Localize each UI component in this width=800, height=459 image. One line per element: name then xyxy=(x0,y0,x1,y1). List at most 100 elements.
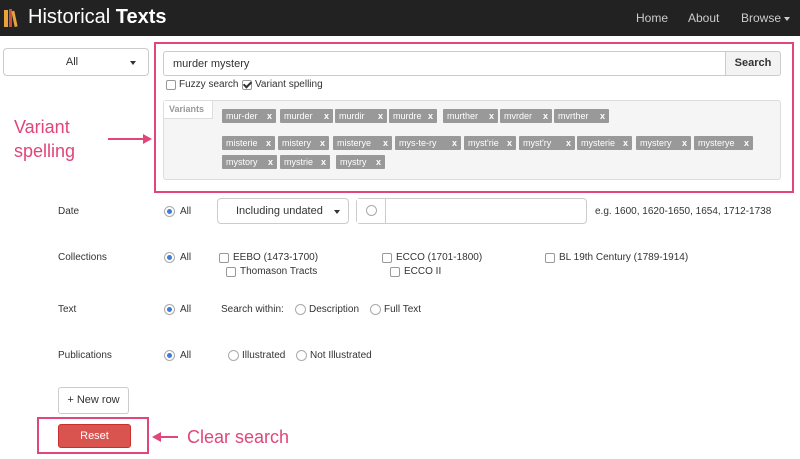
description-radio[interactable] xyxy=(295,304,306,315)
variant-chip-label: misterye xyxy=(337,138,372,148)
publications-all-label: All xyxy=(180,350,192,361)
variant-chip-label: murdre xyxy=(393,111,422,121)
eebo-checkbox[interactable] xyxy=(219,253,229,263)
remove-chip-icon[interactable]: x xyxy=(489,109,494,123)
chevron-down-icon xyxy=(334,210,340,214)
thomason-checkbox[interactable] xyxy=(226,267,236,277)
remove-chip-icon[interactable]: x xyxy=(266,136,271,150)
search-within-label: Search within: xyxy=(221,304,284,315)
scope-select[interactable]: All xyxy=(3,48,149,76)
not-illustrated-radio[interactable] xyxy=(296,350,307,361)
remove-chip-icon[interactable]: x xyxy=(267,109,272,123)
variant-spelling-label: Variant spelling xyxy=(255,79,323,90)
variant-chip-label: mystory xyxy=(226,157,258,167)
illustrated-radio[interactable] xyxy=(228,350,239,361)
remove-chip-icon[interactable]: x xyxy=(682,136,687,150)
variants-label: Variants xyxy=(164,101,213,119)
remove-chip-icon[interactable]: x xyxy=(383,136,388,150)
variant-chip: myst'rie x xyxy=(464,136,516,150)
fuzzy-search-label: Fuzzy search xyxy=(179,79,239,90)
variant-chip: mvrder x xyxy=(500,109,552,123)
remove-chip-icon[interactable]: x xyxy=(268,155,273,169)
variant-spelling-checkbox[interactable] xyxy=(242,80,252,90)
date-all-label: All xyxy=(180,206,192,217)
variant-chip-label: mvrder xyxy=(504,111,533,121)
ecco-label: ECCO (1701-1800) xyxy=(396,252,483,263)
remove-chip-icon[interactable]: x xyxy=(378,109,383,123)
remove-chip-icon[interactable]: x xyxy=(566,136,571,150)
new-row-button[interactable]: + New row xyxy=(58,387,129,414)
ecco2-checkbox[interactable] xyxy=(390,267,400,277)
variant-chip-label: mvrther xyxy=(558,111,589,121)
brand-title[interactable]: Historical Texts xyxy=(28,4,167,30)
publications-all-radio[interactable] xyxy=(164,350,175,361)
date-all-radio[interactable] xyxy=(164,206,175,217)
search-input[interactable]: murder mystery xyxy=(163,51,726,76)
nav-about-link[interactable]: About xyxy=(688,11,719,25)
variant-chip: mystery x xyxy=(636,136,691,150)
variant-chip: mystry x xyxy=(336,155,385,169)
variant-chip-label: murder xyxy=(284,111,313,121)
variant-chip-label: mystry xyxy=(340,157,367,167)
variant-chip: mur-der x xyxy=(222,109,276,123)
remove-chip-icon[interactable]: x xyxy=(321,155,326,169)
collections-all-radio[interactable] xyxy=(164,252,175,263)
text-all-radio[interactable] xyxy=(164,304,175,315)
annotation-variant-line2: spelling xyxy=(14,141,76,161)
collections-label: Collections xyxy=(58,252,107,263)
nav-browse-dropdown[interactable]: Browse xyxy=(741,11,791,25)
not-illustrated-label: Not Illustrated xyxy=(310,350,372,361)
remove-chip-icon[interactable]: x xyxy=(324,109,329,123)
remove-chip-icon[interactable]: x xyxy=(543,109,548,123)
books-logo-icon[interactable] xyxy=(3,7,25,29)
thomason-label: Thomason Tracts xyxy=(240,266,318,277)
remove-chip-icon[interactable]: x xyxy=(507,136,512,150)
date-range-group xyxy=(356,198,587,224)
remove-chip-icon[interactable]: x xyxy=(320,136,325,150)
arrow-clear-head xyxy=(152,432,161,442)
variant-chip-label: mur-der xyxy=(226,111,258,121)
variant-chip: murdre x xyxy=(389,109,437,123)
remove-chip-icon[interactable]: x xyxy=(623,136,628,150)
variant-chip-label: mysterye xyxy=(698,138,735,148)
variant-chip: mvrther x xyxy=(554,109,609,123)
variant-chip: murther x xyxy=(443,109,498,123)
remove-chip-icon[interactable]: x xyxy=(452,136,457,150)
date-range-radio-addon xyxy=(357,199,386,223)
ecco-checkbox[interactable] xyxy=(382,253,392,263)
text-all-label: All xyxy=(180,304,192,315)
undated-dropdown[interactable]: Including undated xyxy=(217,198,349,224)
variant-chip: murdir x xyxy=(335,109,387,123)
date-range-input[interactable] xyxy=(387,199,586,223)
variant-chip: mystory x xyxy=(222,155,277,169)
reset-button[interactable]: Reset xyxy=(58,424,131,448)
date-range-radio[interactable] xyxy=(366,205,377,216)
fuzzy-search-checkbox[interactable] xyxy=(166,80,176,90)
ecco2-label: ECCO II xyxy=(404,266,442,277)
arrow-variant-head xyxy=(143,134,152,144)
bl19-checkbox[interactable] xyxy=(545,253,555,263)
variant-chip-label: mystrie xyxy=(284,157,313,167)
illustrated-label: Illustrated xyxy=(242,350,286,361)
variant-chip: mistery x xyxy=(278,136,329,150)
remove-chip-icon[interactable]: x xyxy=(744,136,749,150)
variant-chip-label: mys-te-ry xyxy=(399,138,437,148)
variant-chip: murder x xyxy=(280,109,333,123)
chevron-down-icon xyxy=(130,61,136,65)
date-label: Date xyxy=(58,206,80,217)
variant-chip-label: myst'rie xyxy=(468,138,499,148)
variant-chip: mysterie x xyxy=(577,136,632,150)
remove-chip-icon[interactable]: x xyxy=(428,109,433,123)
search-button[interactable]: Search xyxy=(725,51,781,76)
variant-chip-label: mystery xyxy=(640,138,672,148)
collections-all-label: All xyxy=(180,252,192,263)
remove-chip-icon[interactable]: x xyxy=(376,155,381,169)
variant-chip: myst'ry x xyxy=(519,136,575,150)
nav-home-link[interactable]: Home xyxy=(636,11,668,25)
variant-chip: misterie x xyxy=(222,136,275,150)
variant-chip-label: mistery xyxy=(282,138,311,148)
variant-chip-label: mysterie xyxy=(581,138,616,148)
full-text-radio[interactable] xyxy=(370,304,381,315)
remove-chip-icon[interactable]: x xyxy=(600,109,605,123)
variant-chip-label: myst'ry xyxy=(523,138,552,148)
